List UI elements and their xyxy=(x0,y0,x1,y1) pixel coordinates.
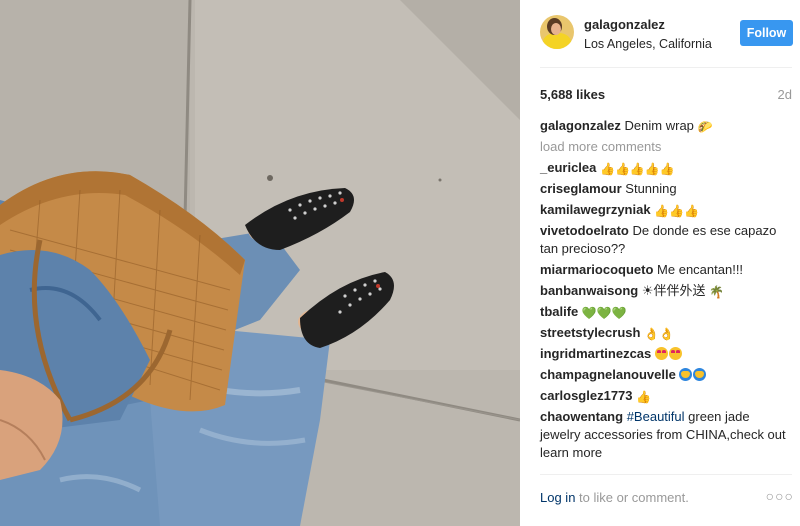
login-prompt: Log in to like or comment. xyxy=(540,490,689,505)
heart-eyes-icon xyxy=(654,346,683,361)
comment: tbalife 💚💚💚 xyxy=(540,303,790,321)
caption-username[interactable]: galagonzalez xyxy=(540,118,621,133)
comment: criseglamour Stunning xyxy=(540,180,790,198)
comment-username[interactable]: streetstylecrush xyxy=(540,325,640,340)
login-link[interactable]: Log in xyxy=(540,490,575,505)
comment-username[interactable]: vivetodoelrato xyxy=(540,223,629,238)
avatar-face xyxy=(551,23,561,35)
more-dots-icon[interactable]: ○○○ xyxy=(766,488,794,504)
comment: kamilawegrzyniak 👍👍👍 xyxy=(540,201,790,219)
heart-eyes-emoji xyxy=(668,347,682,360)
follow-button[interactable]: Follow xyxy=(740,20,793,46)
thumbs-up-icon: 👍👍👍👍👍 xyxy=(600,162,675,176)
comment: champagnelanouvelle xyxy=(540,366,790,384)
comment-username[interactable]: banbanwaisong xyxy=(540,283,638,298)
location-link[interactable]: Los Angeles, California xyxy=(584,37,712,51)
comment-text: Me encantan!!! xyxy=(657,262,744,277)
photo-illustration xyxy=(0,0,520,526)
palm-tree-icon: 🌴 xyxy=(709,285,725,299)
post-sidebar: galagonzalez Los Angeles, California Fol… xyxy=(520,0,800,526)
post-age[interactable]: 2d xyxy=(778,87,792,102)
comment-text: Stunning xyxy=(625,181,677,196)
comment: vivetodoelrato De donde es ese capazo ta… xyxy=(540,222,790,258)
comment-username[interactable]: criseglamour xyxy=(540,181,622,196)
comment-username[interactable]: miarmariocoqueto xyxy=(540,262,653,277)
comment-username[interactable]: tbalife xyxy=(540,304,578,319)
thumbs-up-icon: 👍👍👍 xyxy=(654,204,700,218)
comment: carlosglez1773 👍 xyxy=(540,387,790,405)
taco-icon: 🌮 xyxy=(697,120,713,134)
comment: banbanwaisong ☀伴伴外送 🌴 xyxy=(540,282,790,300)
raised-hands-emoji xyxy=(679,368,693,381)
caption-text: Denim wrap xyxy=(624,118,694,133)
raised-hands-emoji xyxy=(693,368,707,381)
comment: ingridmartinezcas xyxy=(540,345,790,363)
likes-count[interactable]: 5,688 likes xyxy=(540,87,605,102)
footer-divider xyxy=(540,474,792,475)
green-heart-icon: 💚💚💚 xyxy=(581,306,627,320)
thumbs-up-icon: 👍 xyxy=(636,390,652,404)
comment-username[interactable]: ingridmartinezcas xyxy=(540,346,651,361)
comment-text: ☀伴伴外送 xyxy=(641,283,706,298)
comment: chaowentang #Beautiful green jade jewelr… xyxy=(540,408,790,462)
header-username[interactable]: galagonzalez xyxy=(584,17,665,32)
avatar[interactable] xyxy=(540,15,574,49)
comment-username[interactable]: champagnelanouvelle xyxy=(540,367,676,382)
ok-hand-icon: 👌👌 xyxy=(644,327,674,341)
raised-hands-icon xyxy=(679,367,707,382)
login-prompt-text: to like or comment. xyxy=(579,490,689,505)
comment: _euriclea 👍👍👍👍👍 xyxy=(540,159,790,177)
load-more-comments-button[interactable]: load more comments xyxy=(540,138,790,156)
caption: galagonzalez Denim wrap 🌮 xyxy=(540,117,790,135)
avatar-shirt xyxy=(543,33,571,49)
comments-list: galagonzalez Denim wrap 🌮 load more comm… xyxy=(540,117,790,465)
comment-username[interactable]: kamilawegrzyniak xyxy=(540,202,651,217)
post-photo[interactable] xyxy=(0,0,520,526)
heart-eyes-emoji xyxy=(654,347,668,360)
header-divider xyxy=(540,67,792,68)
hashtag-link[interactable]: #Beautiful xyxy=(627,409,685,424)
post-header: galagonzalez Los Angeles, California Fol… xyxy=(520,0,800,67)
comment: streetstylecrush 👌👌 xyxy=(540,324,790,342)
comment-username[interactable]: _euriclea xyxy=(540,160,596,175)
comment-username[interactable]: carlosglez1773 xyxy=(540,388,633,403)
comment: miarmariocoqueto Me encantan!!! xyxy=(540,261,790,279)
comment-username[interactable]: chaowentang xyxy=(540,409,623,424)
